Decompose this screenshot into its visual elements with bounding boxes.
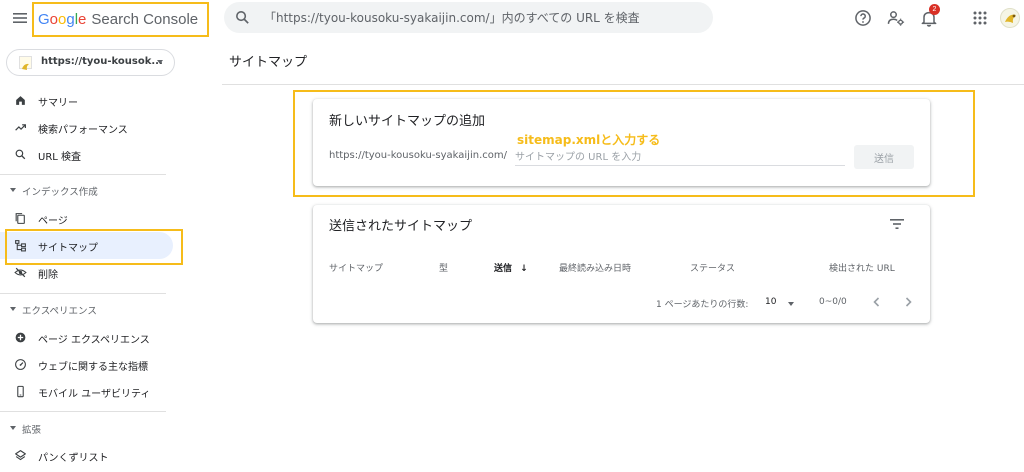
home-icon [16,96,25,105]
sidebar-item-label: パンくずリスト [38,453,109,464]
sidebar-item-breadcrumbs[interactable]: パンくずリスト [0,442,175,469]
menu-icon[interactable] [12,10,28,26]
notification-count-badge: 2 [929,4,940,15]
sidebar-section-label: 拡張 [22,425,42,436]
url-inspection-search-bar[interactable] [224,2,713,33]
account-avatar[interactable] [1000,8,1020,28]
sidebar-section-enhancements[interactable]: 拡張 [0,419,175,439]
instruction-annotation: sitemap.xmlと入力する [517,133,661,147]
search-icon [15,149,26,160]
sidebar-item-url-inspection[interactable]: URL 検査 [0,141,175,168]
submitted-sitemaps-card: 送信されたサイトマップ サイトマップ 型 送信 ↓ 最終読み込み日時 ステータス… [313,205,930,323]
sidebar-section-experience[interactable]: エクスペリエンス [0,300,175,320]
sort-arrow-down-icon: ↓ [520,264,528,274]
chevron-right-icon[interactable] [901,295,915,309]
sidebar-item-label: 検索パフォーマンス [38,125,128,136]
sitemap-url-prefix: https://tyou-kousoku-syakaijin.com/ [329,150,507,161]
smartphone-icon [17,385,24,398]
sidebar-section-label: インデックス作成 [22,187,98,198]
search-console-logo[interactable]: Google Search Console [32,2,209,37]
page-title: サイトマップ [229,55,308,70]
sidebar-item-removals[interactable]: 削除 [0,259,175,286]
rows-per-page-select[interactable]: 10 [765,295,799,311]
sidebar-divider [0,174,166,175]
sidebar-divider [0,293,166,294]
page-experience-icon [15,332,26,343]
sitemap-url-input[interactable] [515,149,845,166]
property-selector[interactable]: https://tyou-kousok... [6,49,175,76]
add-sitemap-title: 新しいサイトマップの追加 [329,114,486,129]
speed-gauge-icon [15,359,26,370]
sidebar-item-core-web-vitals[interactable]: ウェブに関する主な指標 [0,351,175,378]
top-app-bar: Google Search Console 「https://tyou-kous… [0,0,1024,38]
search-console-app: Google Search Console 「https://tyou-kous… [0,0,1024,472]
sidebar-item-label: ウェブに関する主な指標 [38,362,148,373]
trending-up-icon [15,124,26,131]
chevron-down-icon [10,188,16,192]
page-title-divider [222,84,1024,85]
pages-icon [15,213,25,224]
layers-icon [15,450,26,461]
sidebar-item-label: ページ エクスペリエンス [38,335,150,346]
column-header-last-read[interactable]: 最終読み込み日時 [559,261,631,274]
submitted-sitemaps-title: 送信されたサイトマップ [329,219,473,234]
google-wordmark: Google [38,11,87,28]
sitemap-icon [15,240,26,252]
remove-eye-icon [14,267,27,278]
chevron-down-icon [10,307,16,311]
apps-grid-icon[interactable] [970,8,990,28]
chevron-down-icon [157,60,163,64]
property-label: https://tyou-kousok... [41,56,163,67]
pagination-range: 0~0/0 [819,297,847,307]
avatar-image [1005,14,1016,23]
sidebar-item-mobile-usability[interactable]: モバイル ユーザビリティ [0,378,175,405]
column-header-status[interactable]: ステータス [690,261,735,274]
sidebar-item-label: 削除 [38,270,58,281]
submit-button[interactable]: 送信 [854,145,914,169]
rows-per-page-value: 10 [765,297,777,307]
sidebar-item-pages[interactable]: ページ [0,205,175,232]
column-header-submitted[interactable]: 送信 ↓ [494,261,528,274]
column-header-type[interactable]: 型 [439,261,448,274]
search-icon [236,11,249,24]
url-inspection-input[interactable] [264,7,704,28]
column-header-label: 送信 [494,264,513,274]
rows-per-page-label: 1 ページあたりの行数: [656,300,749,310]
sidebar-item-page-experience[interactable]: ページ エクスペリエンス [0,324,175,351]
sidebar-item-label: URL 検査 [38,152,82,163]
sidebar-item-performance[interactable]: 検索パフォーマンス [0,114,175,141]
user-settings-icon[interactable] [886,8,906,28]
sidebar-item-label: サイトマップ [38,243,98,254]
sidebar-divider [0,411,166,412]
sidebar-item-label: ページ [38,216,68,227]
chevron-down-icon [10,426,16,430]
help-icon[interactable] [853,8,873,28]
sidebar-item-label: サマリー [38,98,78,109]
filter-icon[interactable] [890,218,904,230]
sidebar-section-label: エクスペリエンス [22,306,97,317]
column-header-discovered-urls[interactable]: 検出された URL [829,261,895,274]
chevron-down-icon [788,302,794,306]
sidebar-item-label: モバイル ユーザビリティ [38,389,151,400]
site-favicon [19,56,32,70]
sidebar-item-summary[interactable]: サマリー [0,87,175,114]
sidebar-item-sitemaps[interactable]: サイトマップ [0,232,173,259]
chevron-left-icon[interactable] [870,295,884,309]
product-name: Search Console [91,11,199,28]
sidebar-section-indexing[interactable]: インデックス作成 [0,181,175,201]
column-header-sitemap[interactable]: サイトマップ [329,261,383,274]
